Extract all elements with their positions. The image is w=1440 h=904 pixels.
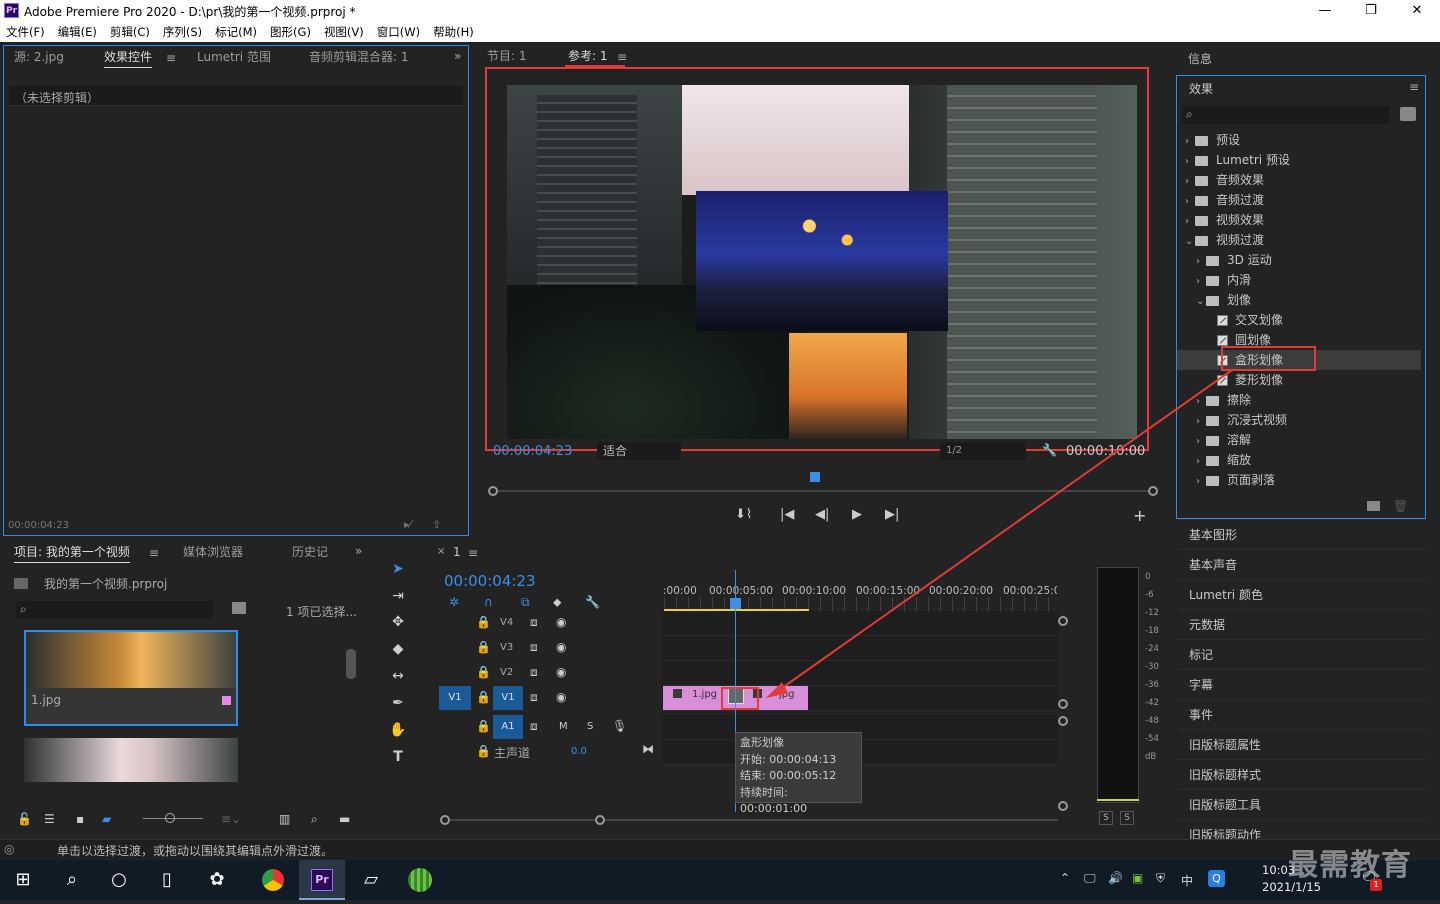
annotation-arrow [766,369,1233,698]
